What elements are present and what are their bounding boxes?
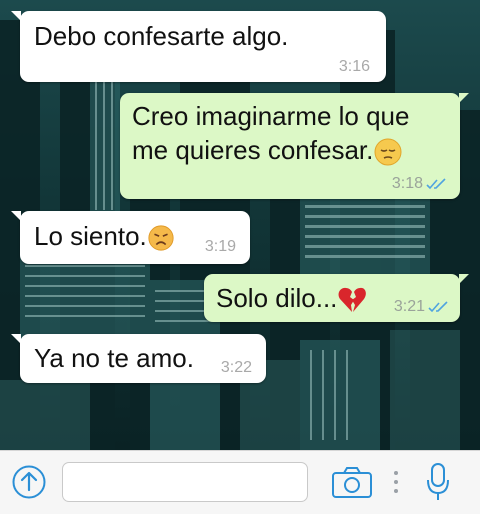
message-time: 3:21	[393, 298, 425, 315]
message-bubble-incoming[interactable]: Ya no te amo. 3:22	[11, 334, 266, 383]
message-text: Debo confesarte algo.	[34, 21, 289, 51]
message-composer-bar	[0, 450, 480, 514]
double-check-read-icon	[428, 301, 448, 312]
message-text: Solo dilo...	[216, 282, 367, 314]
message-bubble-outgoing[interactable]: Solo dilo... 3:21	[204, 274, 469, 322]
message-time: 3:19	[204, 238, 236, 255]
message-text-content: Solo dilo...	[216, 283, 338, 313]
message-bubble-incoming[interactable]: Debo confesarte algo. 3:16	[11, 11, 386, 82]
microphone-icon[interactable]	[425, 462, 451, 502]
message-text-content: Lo siento.	[34, 221, 147, 251]
broken-heart-emoji	[338, 288, 367, 313]
message-meta: 3:18	[392, 175, 448, 193]
message-time: 3:16	[338, 58, 370, 75]
message-time: 3:22	[220, 359, 252, 376]
double-check-read-icon	[426, 178, 446, 189]
message-bubble-incoming[interactable]: Lo siento. 3:19	[11, 211, 250, 264]
share-up-icon[interactable]	[12, 465, 46, 499]
message-text-line-1: Creo imaginarme lo que	[132, 101, 410, 131]
message-time: 3:18	[391, 175, 423, 192]
message-bubble-outgoing[interactable]: Creo imaginarme lo que me quieres confes…	[120, 93, 469, 199]
sad-face-emoji	[148, 225, 174, 251]
more-dots-icon[interactable]	[392, 468, 400, 496]
pensive-face-emoji	[374, 138, 402, 166]
message-text: Ya no te amo.	[34, 343, 194, 373]
message-input[interactable]	[62, 462, 308, 502]
camera-icon[interactable]	[331, 465, 373, 499]
message-text-line-2: me quieres confesar.	[132, 134, 403, 167]
message-meta: 3:21	[394, 298, 450, 316]
message-text: Lo siento.	[34, 220, 175, 252]
message-text-line-2-content: me quieres confesar.	[132, 135, 374, 165]
